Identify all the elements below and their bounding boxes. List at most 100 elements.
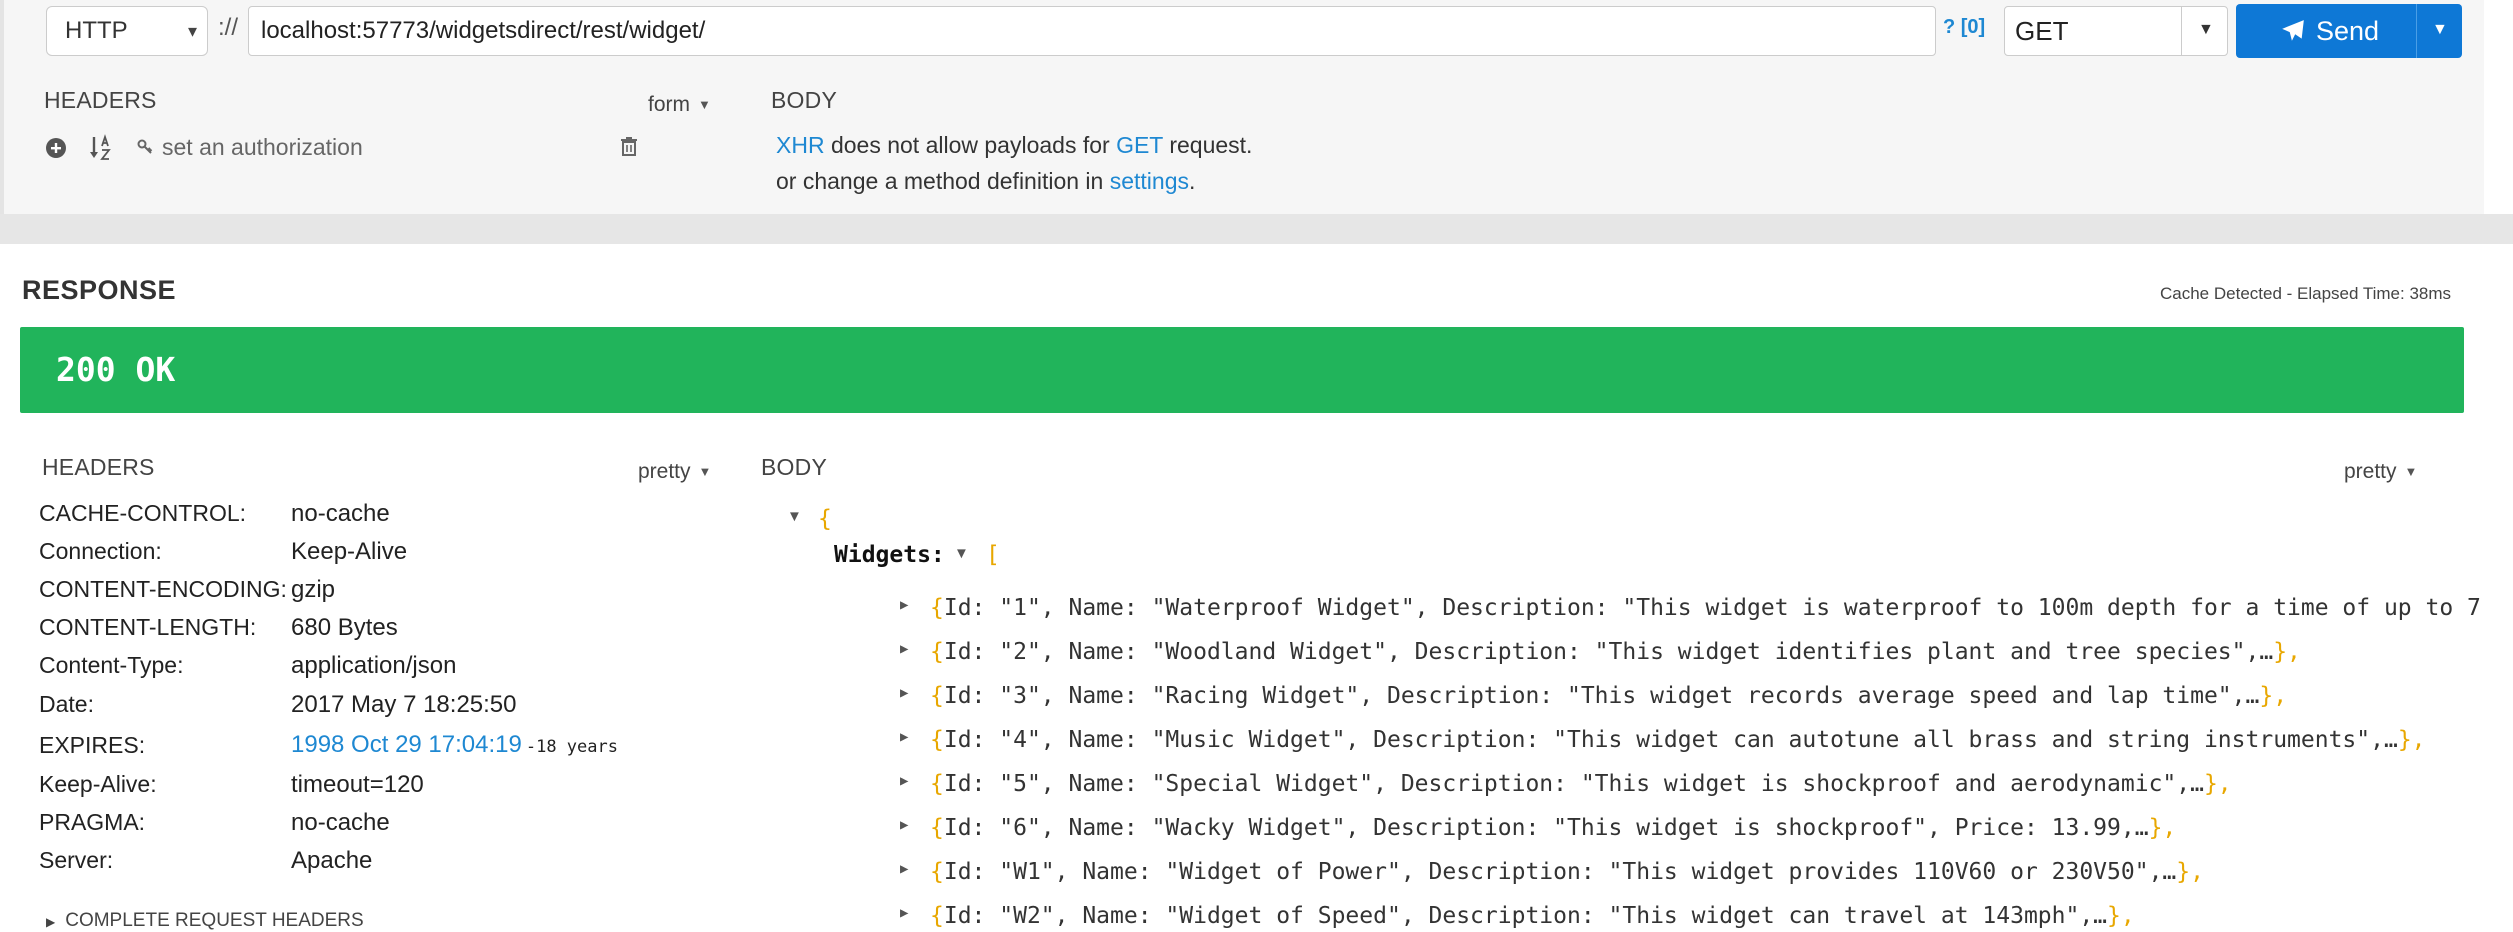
expand-item-icon[interactable]: ▶ (900, 773, 908, 789)
trash-icon[interactable] (620, 136, 638, 161)
json-brace: { (930, 683, 944, 709)
header-key: Connection: (39, 538, 162, 564)
json-brace: { (930, 859, 944, 885)
expires-relative: -18 years (525, 737, 618, 757)
header-value: no-cache (291, 500, 390, 527)
key-icon (137, 139, 153, 162)
response-body-mode-label: pretty (2344, 460, 2397, 483)
expand-item-icon[interactable]: ▶ (900, 685, 908, 701)
panel-divider (0, 214, 2513, 244)
history-link[interactable]: ? [0] (1943, 16, 1985, 39)
json-widgets-key: Widgets: (834, 542, 945, 568)
json-item-close: }, (2203, 771, 2232, 797)
expires-date-link[interactable]: 1998 Oct 29 17:04:19 (291, 731, 522, 758)
request-headers-mode-toggle[interactable]: form ▼ (648, 93, 711, 117)
send-button[interactable]: Send ▼ (2236, 4, 2462, 58)
json-item-row[interactable]: ▶ {Id: "3", Name: "Racing Widget", Descri… (900, 683, 2288, 709)
header-value: Keep-Alive (291, 538, 408, 565)
header-value: gzip (291, 576, 336, 603)
add-header-icon[interactable] (45, 137, 67, 164)
response-title: RESPONSE (22, 275, 177, 305)
json-item-close: }, (2107, 903, 2135, 929)
response-body-mode-toggle[interactable]: pretty ▼ (2344, 460, 2417, 484)
authorization-link[interactable]: set an authorization (162, 134, 363, 161)
expand-item-icon[interactable]: ▶ (900, 641, 908, 657)
scheme-caret-icon: ▾ (187, 21, 197, 41)
sort-alpha-icon[interactable] (89, 134, 115, 167)
header-value: timeout=120 (291, 771, 424, 798)
json-item-text: Id: "3", Name: "Racing Widget", Descript… (943, 683, 2260, 709)
message-line2: or change a method definition in (776, 168, 1110, 194)
status-text: 200 OK (56, 350, 176, 389)
request-headers-mode-label: form (648, 93, 690, 116)
json-item-row[interactable]: ▶ {Id: "2", Name: "Woodland Widget", Desc… (900, 639, 2301, 665)
method-caret-icon[interactable]: ▼ (2198, 21, 2214, 39)
paper-plane-icon (2280, 18, 2306, 49)
header-value: 2017 May 7 18:25:50 (291, 691, 517, 718)
json-brace: { (930, 903, 944, 929)
json-brace: { (930, 771, 944, 797)
complete-request-headers-toggle[interactable]: ▶ COMPLETE REQUEST HEADERS (46, 910, 364, 932)
send-caret-icon[interactable]: ▼ (2432, 21, 2448, 39)
complete-request-headers-label: COMPLETE REQUEST HEADERS (65, 910, 364, 931)
header-value: Apache (291, 847, 373, 874)
get-link[interactable]: GET (1116, 132, 1163, 158)
json-item-text: Id: "W1", Name: "Widget of Power", Descr… (943, 859, 2177, 885)
caret-down-icon: ▼ (698, 464, 712, 479)
message-part1: does not allow payloads for (824, 132, 1117, 158)
header-key: EXPIRES: (39, 732, 146, 758)
json-item-close: }, (2176, 859, 2204, 885)
method-divider (2181, 7, 2182, 55)
json-item-text: Id: "W2", Name: "Widget of Speed", Descr… (943, 903, 2108, 929)
json-item-row[interactable]: ▶ {Id: "4", Name: "Music Widget", Descrip… (900, 727, 2426, 753)
scheme-separator: :// (218, 14, 239, 41)
method-value: GET (2015, 16, 2069, 46)
message-part2: request. (1162, 132, 1253, 158)
json-item-text: Id: "6", Name: "Wacky Widget", Descripti… (943, 815, 2149, 841)
json-item-row[interactable]: ▶ {Id: "5", Name: "Special Widget", Descr… (900, 771, 2232, 797)
settings-link[interactable]: settings (1110, 168, 1189, 194)
header-value: application/json (291, 652, 457, 679)
json-item-close: }, (2397, 727, 2426, 753)
json-item-row[interactable]: ▶ {Id: "W1", Name: "Widget of Power", Des… (900, 859, 2204, 885)
json-open-brace: { (818, 506, 832, 532)
expand-item-icon[interactable]: ▶ (900, 817, 908, 833)
request-body-label: BODY (771, 87, 837, 113)
expand-item-icon[interactable]: ▶ (900, 861, 908, 877)
json-item-row[interactable]: ▶ {Id: "6", Name: "Wacky Widget", Descrip… (900, 815, 2177, 841)
caret-down-icon: ▼ (698, 97, 711, 112)
json-brace: { (930, 639, 944, 665)
header-value: 1998 Oct 29 17:04:19 -18 years (291, 731, 618, 759)
status-bar: 200 OK (20, 327, 2464, 413)
header-key: PRAGMA: (39, 809, 146, 835)
expand-item-icon[interactable]: ▶ (900, 597, 908, 613)
body-disabled-message: XHR does not allow payloads for GET requ… (776, 132, 1252, 159)
header-key: Server: (39, 847, 114, 873)
header-key: Date: (39, 691, 94, 717)
json-item-close: }, (2148, 815, 2177, 841)
expand-item-icon[interactable]: ▶ (900, 905, 908, 921)
scheme-select[interactable]: HTTP ▾ (46, 6, 208, 56)
xhr-link[interactable]: XHR (776, 132, 825, 158)
response-headers-mode-toggle[interactable]: pretty ▼ (638, 460, 711, 484)
caret-right-icon: ▶ (46, 915, 56, 929)
header-value: no-cache (291, 809, 390, 836)
expand-item-icon[interactable]: ▶ (900, 729, 908, 745)
method-select[interactable]: GET ▼ (2004, 6, 2228, 56)
caret-down-icon: ▼ (2404, 464, 2418, 479)
response-body-label: BODY (761, 454, 827, 480)
message-period: . (1189, 168, 1196, 194)
url-input[interactable]: localhost:57773/widgetsdirect/rest/widge… (248, 6, 1936, 56)
header-key: CONTENT-LENGTH: (39, 614, 257, 640)
json-item-row[interactable]: ▶ {Id: "1", Name: "Waterproof Widget", De… (900, 595, 2481, 621)
body-settings-message: or change a method definition in setting… (776, 168, 1195, 195)
header-key: CONTENT-ENCODING: (39, 576, 287, 602)
request-headers-label: HEADERS (44, 87, 157, 113)
json-open-bracket: [ (986, 542, 1000, 568)
json-item-text: Id: "2", Name: "Woodland Widget", Descri… (943, 639, 2274, 665)
json-item-text: Id: "1", Name: "Waterproof Widget", Desc… (943, 595, 2481, 621)
json-item-row[interactable]: ▶ {Id: "W2", Name: "Widget of Speed", Des… (900, 903, 2135, 929)
collapse-root-icon[interactable]: ▼ (787, 508, 802, 525)
collapse-widgets-icon[interactable]: ▼ (954, 545, 969, 562)
json-item-close: }, (2259, 683, 2288, 709)
